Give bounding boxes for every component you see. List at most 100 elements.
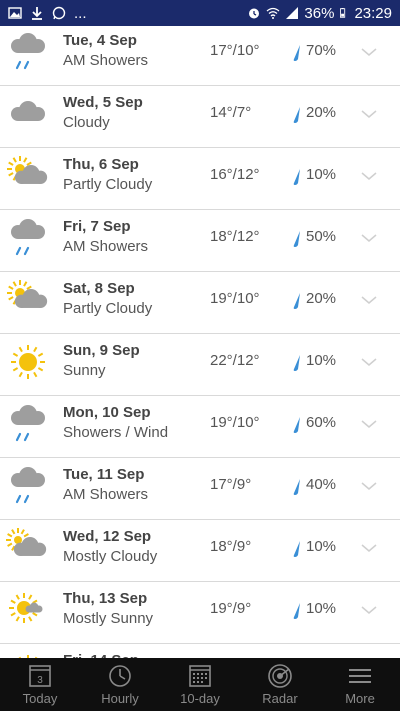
showers-icon — [11, 33, 45, 70]
forecast-precip: 10% — [306, 600, 337, 617]
forecast-condition: Partly Cloudy — [63, 176, 153, 193]
chevron-down-icon[interactable] — [360, 604, 378, 616]
chevron-down-icon[interactable] — [360, 356, 378, 368]
status-overflow: ... — [74, 4, 87, 22]
forecast-row[interactable]: Sun, 9 Sep Sunny 22°/12° 10% — [0, 334, 400, 396]
forecast-condition: AM Showers — [63, 486, 149, 503]
forecast-temp: 17°/10° — [210, 42, 260, 59]
clock-time: 23:29 — [354, 4, 392, 22]
forecast-row[interactable]: Tue, 4 Sep AM Showers 17°/10° 70% — [0, 26, 400, 86]
rain-drop-icon — [293, 541, 300, 557]
forecast-row[interactable]: Fri, 7 Sep AM Showers 18°/12° 50% — [0, 210, 400, 272]
forecast-day: Wed, 5 Sep — [63, 94, 143, 111]
nav-10day-label: 10-day — [180, 691, 220, 706]
showers-icon — [11, 405, 45, 442]
showers-icon — [11, 467, 45, 504]
download-icon — [32, 7, 42, 20]
forecast-precip: 10% — [306, 352, 337, 369]
battery-percent: 36% — [304, 4, 335, 22]
rain-drop-icon — [293, 45, 300, 61]
forecast-condition: AM Showers — [63, 52, 149, 69]
chevron-down-icon[interactable] — [360, 232, 378, 244]
gallery-icon — [8, 7, 22, 19]
forecast-precip: 60% — [306, 414, 337, 431]
forecast-temp: 14°/7° — [210, 104, 252, 121]
forecast-row[interactable]: Fri, 14 Sep — [0, 644, 400, 658]
forecast-row[interactable]: Mon, 10 Sep Showers / Wind 19°/10° 60% — [0, 396, 400, 458]
forecast-day: Fri, 7 Sep — [63, 218, 131, 235]
rain-drop-icon — [293, 479, 300, 495]
forecast-day: Tue, 11 Sep — [63, 466, 145, 483]
chevron-down-icon[interactable] — [360, 46, 378, 58]
forecast-row[interactable]: Thu, 6 Sep Partly Cloudy 16°/12° 10% — [0, 148, 400, 210]
calendar-day-icon: 3 — [29, 665, 51, 687]
forecast-precip: 40% — [306, 476, 337, 493]
forecast-temp: 16°/12° — [210, 166, 260, 183]
forecast-temp: 18°/9° — [210, 538, 252, 555]
chevron-down-icon[interactable] — [360, 170, 378, 182]
forecast-precip: 50% — [306, 228, 337, 245]
today-badge: 3 — [37, 675, 43, 686]
forecast-temp: 17°/9° — [210, 476, 252, 493]
rain-drop-icon — [293, 293, 300, 309]
nav-today-label: Today — [22, 691, 58, 706]
forecast-condition: AM Showers — [63, 238, 149, 255]
nav-10day[interactable]: 10-day — [160, 658, 240, 711]
mostly-cloudy-icon — [6, 528, 47, 556]
forecast-condition: Showers / Wind — [63, 424, 169, 441]
forecast-temp: 19°/10° — [210, 290, 260, 307]
chevron-down-icon[interactable] — [360, 542, 378, 554]
alarm-icon — [249, 8, 260, 19]
chevron-down-icon[interactable] — [360, 418, 378, 430]
partly-cloudy-icon — [7, 156, 48, 184]
forecast-condition: Sunny — [63, 362, 106, 379]
rain-drop-icon — [293, 355, 300, 371]
forecast-temp: 19°/9° — [210, 600, 252, 617]
nav-hourly[interactable]: Hourly — [80, 658, 160, 711]
chevron-down-icon[interactable] — [360, 108, 378, 120]
nav-today[interactable]: 3 Today — [0, 658, 80, 711]
nav-hourly-label: Hourly — [101, 691, 139, 706]
forecast-temp: 19°/10° — [210, 414, 260, 431]
calendar-grid-icon — [189, 665, 211, 687]
partly-cloudy-icon — [7, 280, 48, 308]
forecast-row[interactable]: Sat, 8 Sep Partly Cloudy 19°/10° 20% — [0, 272, 400, 334]
forecast-temp: 18°/12° — [210, 228, 260, 245]
nav-more-label: More — [345, 691, 375, 706]
forecast-day: Mon, 10 Sep — [63, 404, 151, 421]
forecast-precip: 20% — [306, 104, 337, 121]
nav-more[interactable]: More — [320, 658, 400, 711]
cloudy-icon — [11, 101, 45, 121]
bottom-nav: 3 Today Hourly 10-day Radar More — [0, 658, 400, 711]
forecast-precip: 10% — [306, 166, 337, 183]
forecast-row[interactable]: Wed, 12 Sep Mostly Cloudy 18°/9° 10% — [0, 520, 400, 582]
rain-drop-icon — [293, 603, 300, 619]
nav-radar[interactable]: Radar — [240, 658, 320, 711]
forecast-temp: 22°/12° — [210, 352, 260, 369]
signal-icon — [286, 7, 299, 19]
forecast-condition: Partly Cloudy — [63, 300, 153, 317]
forecast-precip: 20% — [306, 290, 337, 307]
forecast-row[interactable]: Thu, 13 Sep Mostly Sunny 19°/9° 10% — [0, 582, 400, 644]
forecast-day: Thu, 13 Sep — [63, 590, 148, 607]
rain-drop-icon — [293, 417, 300, 433]
nav-radar-label: Radar — [262, 691, 298, 706]
forecast-day: Tue, 4 Sep — [63, 32, 137, 49]
forecast-day: Sun, 9 Sep — [63, 342, 140, 359]
whatsapp-icon — [52, 6, 66, 20]
menu-icon — [349, 669, 371, 683]
sunny-icon — [18, 655, 38, 658]
forecast-row[interactable]: Tue, 11 Sep AM Showers 17°/9° 40% — [0, 458, 400, 520]
rain-drop-icon — [293, 169, 300, 185]
chevron-down-icon[interactable] — [360, 480, 378, 492]
rain-drop-icon — [293, 107, 300, 123]
forecast-condition: Mostly Sunny — [63, 610, 154, 627]
chevron-down-icon[interactable] — [360, 294, 378, 306]
forecast-row[interactable]: Wed, 5 Sep Cloudy 14°/7° 20% — [0, 86, 400, 148]
forecast-condition: Cloudy — [63, 114, 110, 131]
forecast-list[interactable]: Tue, 4 Sep AM Showers 17°/10° 70% Wed, 5… — [0, 26, 400, 658]
forecast-day: Thu, 6 Sep — [63, 156, 139, 173]
wifi-icon — [267, 7, 280, 19]
battery-icon — [340, 8, 346, 18]
mostly-sunny-icon — [9, 593, 43, 623]
